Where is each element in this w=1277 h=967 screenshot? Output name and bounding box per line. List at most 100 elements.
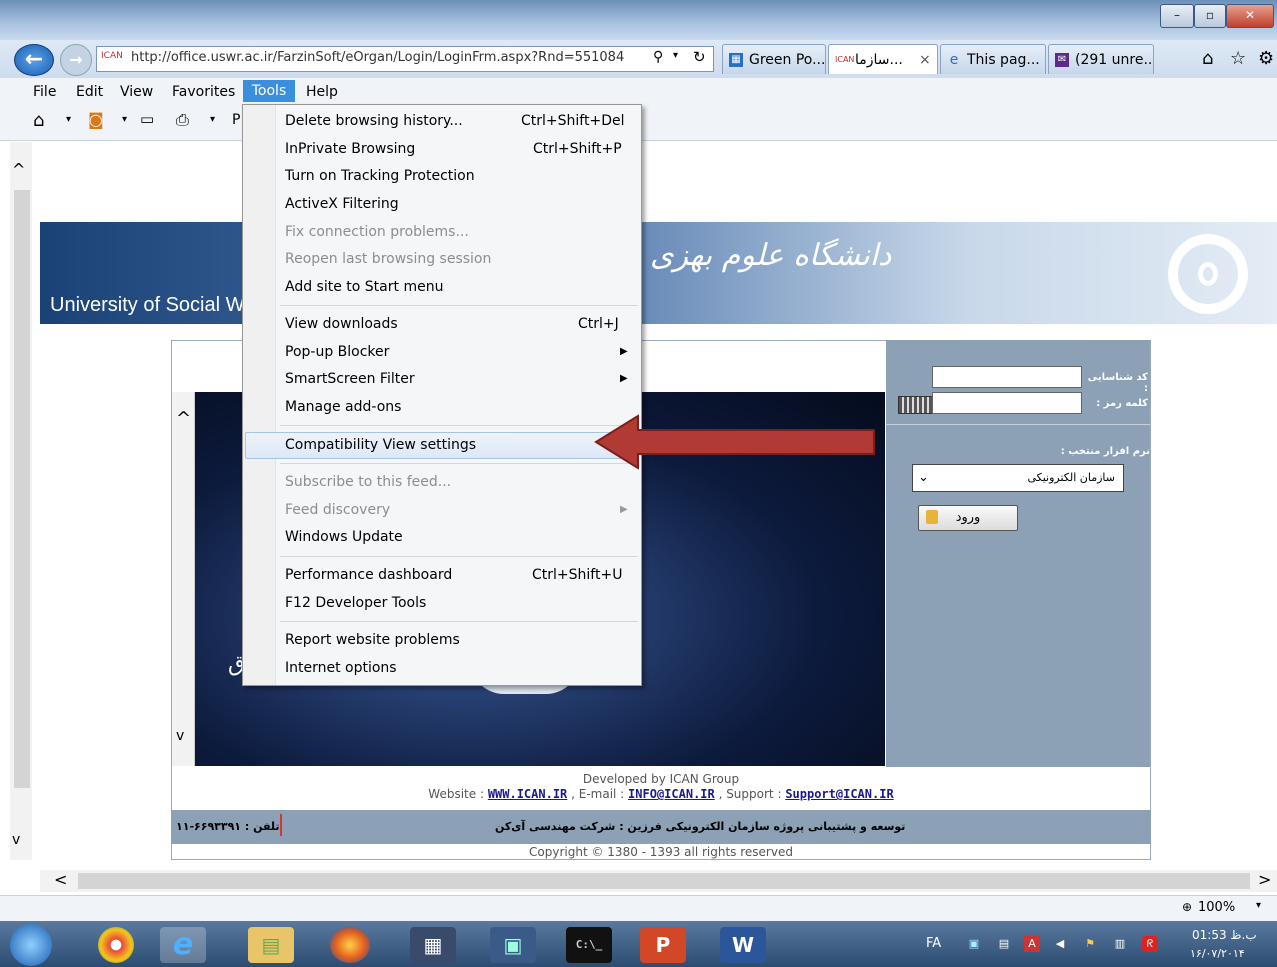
menu-edit[interactable]: Edit (76, 82, 103, 102)
network-app-icon[interactable]: ▣ (490, 927, 536, 963)
menu-view-downloads[interactable]: View downloads (285, 314, 398, 334)
tray-antivirus-icon[interactable]: A (1024, 936, 1040, 952)
print-icon[interactable]: ⎙ (176, 110, 189, 130)
password-label: كلمه رمز : (1096, 398, 1148, 409)
site-favicon: ICAN (101, 51, 123, 61)
scroll-up-icon[interactable]: ^ (176, 408, 191, 429)
menu-compatibility-view[interactable]: Compatibility View settings (285, 435, 476, 455)
tab-active-login[interactable]: ICAN سازما... × (828, 44, 938, 74)
home-cmd-icon[interactable]: ⌂ (33, 110, 44, 131)
menu-add-to-start[interactable]: Add site to Start menu (285, 277, 443, 297)
frame-vertical-scrollbar[interactable] (172, 392, 195, 766)
tab-this-page[interactable]: e This pag... (940, 44, 1046, 74)
tray-acrobat-icon[interactable]: ᖇ (1142, 936, 1158, 952)
tab-close-icon[interactable]: × (919, 45, 931, 74)
language-indicator[interactable]: FA (926, 936, 941, 951)
menu-reopen-session[interactable]: Reopen last browsing session (285, 249, 491, 269)
menu-subscribe-feed[interactable]: Subscribe to this feed... (285, 472, 451, 492)
shortcut-delete-history: Ctrl+Shift+Del (521, 113, 625, 129)
read-mail-icon[interactable]: ▭ (140, 110, 154, 128)
forward-icon[interactable]: → (60, 44, 92, 76)
settings-gear-icon[interactable]: ⚙ (1258, 48, 1274, 69)
volume-icon[interactable]: ◀ (1052, 936, 1068, 952)
menu-delete-browsing-history[interactable]: Delete browsing history... (285, 111, 463, 131)
ie-taskbar-icon[interactable]: e (160, 927, 206, 963)
menu-feed-discovery[interactable]: Feed discovery (285, 500, 390, 520)
clock-date[interactable]: ۱۶/۰۷/۲۰۱۴ (1190, 947, 1245, 960)
clock-time[interactable]: 01:53 ب.ظ (1192, 928, 1257, 942)
menu-separator (280, 621, 638, 622)
menu-separator (280, 425, 638, 426)
website-link[interactable]: WWW.ICAN.IR (488, 787, 567, 801)
tray-device-icon[interactable]: ▤ (996, 936, 1012, 952)
scroll-down-icon[interactable]: v (176, 728, 184, 744)
page-menu-label[interactable]: P (232, 112, 240, 128)
favorites-star-icon[interactable]: ☆ (1230, 48, 1246, 69)
start-button-icon[interactable] (10, 924, 52, 966)
scrollbar-thumb[interactable] (14, 190, 30, 788)
support-link[interactable]: Support@ICAN.IR (785, 787, 893, 801)
menu-performance-dashboard[interactable]: Performance dashboard (285, 565, 452, 585)
menu-internet-options[interactable]: Internet options (285, 658, 397, 678)
url-text[interactable]: http://office.uswr.ac.ir/FarzinSoft/eOrg… (131, 50, 631, 65)
menu-view[interactable]: View (120, 82, 153, 102)
tab-green-power[interactable]: ▦ Green Po... (722, 44, 826, 74)
persian-phone-text: تلفن : ۶۶۹۳۳۹۱-۱۱ (176, 820, 280, 833)
virtual-keyboard-icon[interactable] (898, 396, 934, 414)
username-input[interactable] (932, 366, 1082, 388)
chevron-down-icon[interactable]: ▾ (1256, 900, 1261, 911)
powerpoint-icon[interactable]: P (640, 927, 686, 963)
menu-file[interactable]: File (33, 82, 56, 102)
chevron-down-icon[interactable]: ▾ (210, 114, 215, 125)
refresh-icon[interactable]: ↻ (693, 48, 706, 66)
explorer-folder-icon[interactable]: ▤ (248, 927, 294, 963)
winrar-icon[interactable]: ▦ (410, 927, 456, 963)
word-icon[interactable]: W (720, 927, 766, 963)
persian-developer-text: توسعه و پشتیبانی پروژه سازمان الكترونیكی… (495, 820, 906, 833)
menu-help[interactable]: Help (306, 82, 338, 102)
chevron-down-icon[interactable]: ▾ (66, 114, 71, 125)
menu-tools[interactable]: Tools (243, 80, 295, 102)
menu-smartscreen[interactable]: SmartScreen Filter (285, 369, 415, 389)
zoom-icon[interactable]: ⊕ (1182, 900, 1192, 914)
tab-favicon-icon: ICAN (835, 55, 855, 64)
maximize-button[interactable]: ▫ (1194, 4, 1226, 28)
email-link[interactable]: INFO@ICAN.IR (628, 787, 715, 801)
menu-fix-connection[interactable]: Fix connection problems... (285, 222, 469, 242)
action-center-flag-icon[interactable]: ⚑ (1082, 936, 1098, 952)
menu-activex-filtering[interactable]: ActiveX Filtering (285, 194, 399, 214)
dropdown-chevron-icon[interactable]: ▾ (673, 50, 678, 61)
scroll-up-icon[interactable]: ^ (12, 160, 25, 179)
rss-feed-icon[interactable]: ◙ (88, 110, 104, 129)
network-icon[interactable]: ▥ (1112, 936, 1128, 952)
zoom-level[interactable]: 100% (1198, 900, 1235, 915)
password-input[interactable] (932, 392, 1082, 414)
search-icon[interactable]: ⚲ (653, 49, 663, 65)
menu-windows-update[interactable]: Windows Update (285, 527, 403, 547)
menu-report-problems[interactable]: Report website problems (285, 630, 460, 650)
menu-tracking-protection[interactable]: Turn on Tracking Protection (285, 166, 475, 186)
software-select[interactable]: سازمان الكترونیكی (912, 464, 1124, 492)
close-window-button[interactable]: ✕ (1226, 4, 1274, 28)
scrollbar-thumb[interactable] (78, 873, 1250, 889)
menu-inprivate-browsing[interactable]: InPrivate Browsing (285, 139, 415, 159)
scroll-down-icon[interactable]: v (12, 832, 20, 848)
menu-f12-developer-tools[interactable]: F12 Developer Tools (285, 593, 426, 613)
firefox-icon[interactable] (330, 927, 370, 963)
scroll-left-icon[interactable]: < (54, 870, 67, 889)
chrome-icon[interactable] (98, 927, 134, 963)
menu-popup-blocker[interactable]: Pop-up Blocker (285, 342, 389, 362)
minimize-button[interactable]: – (1160, 4, 1194, 28)
menu-manage-addons[interactable]: Manage add-ons (285, 397, 401, 417)
back-icon[interactable]: ← (14, 44, 54, 76)
address-bar[interactable]: ICAN http://office.uswr.ac.ir/FarzinSoft… (96, 46, 714, 72)
scroll-right-icon[interactable]: > (1258, 870, 1271, 889)
tray-app-icon[interactable]: ▣ (966, 936, 982, 952)
tab-mail[interactable]: ✉ (291 unre... (1048, 44, 1154, 74)
menu-favorites[interactable]: Favorites (172, 82, 235, 102)
home-icon[interactable]: ⌂ (1202, 48, 1213, 69)
chevron-down-icon[interactable]: ▾ (122, 114, 127, 125)
command-prompt-icon[interactable]: C:\_ (566, 927, 612, 963)
chevron-down-icon[interactable]: ⌄ (918, 470, 929, 485)
menu-separator (280, 556, 638, 557)
